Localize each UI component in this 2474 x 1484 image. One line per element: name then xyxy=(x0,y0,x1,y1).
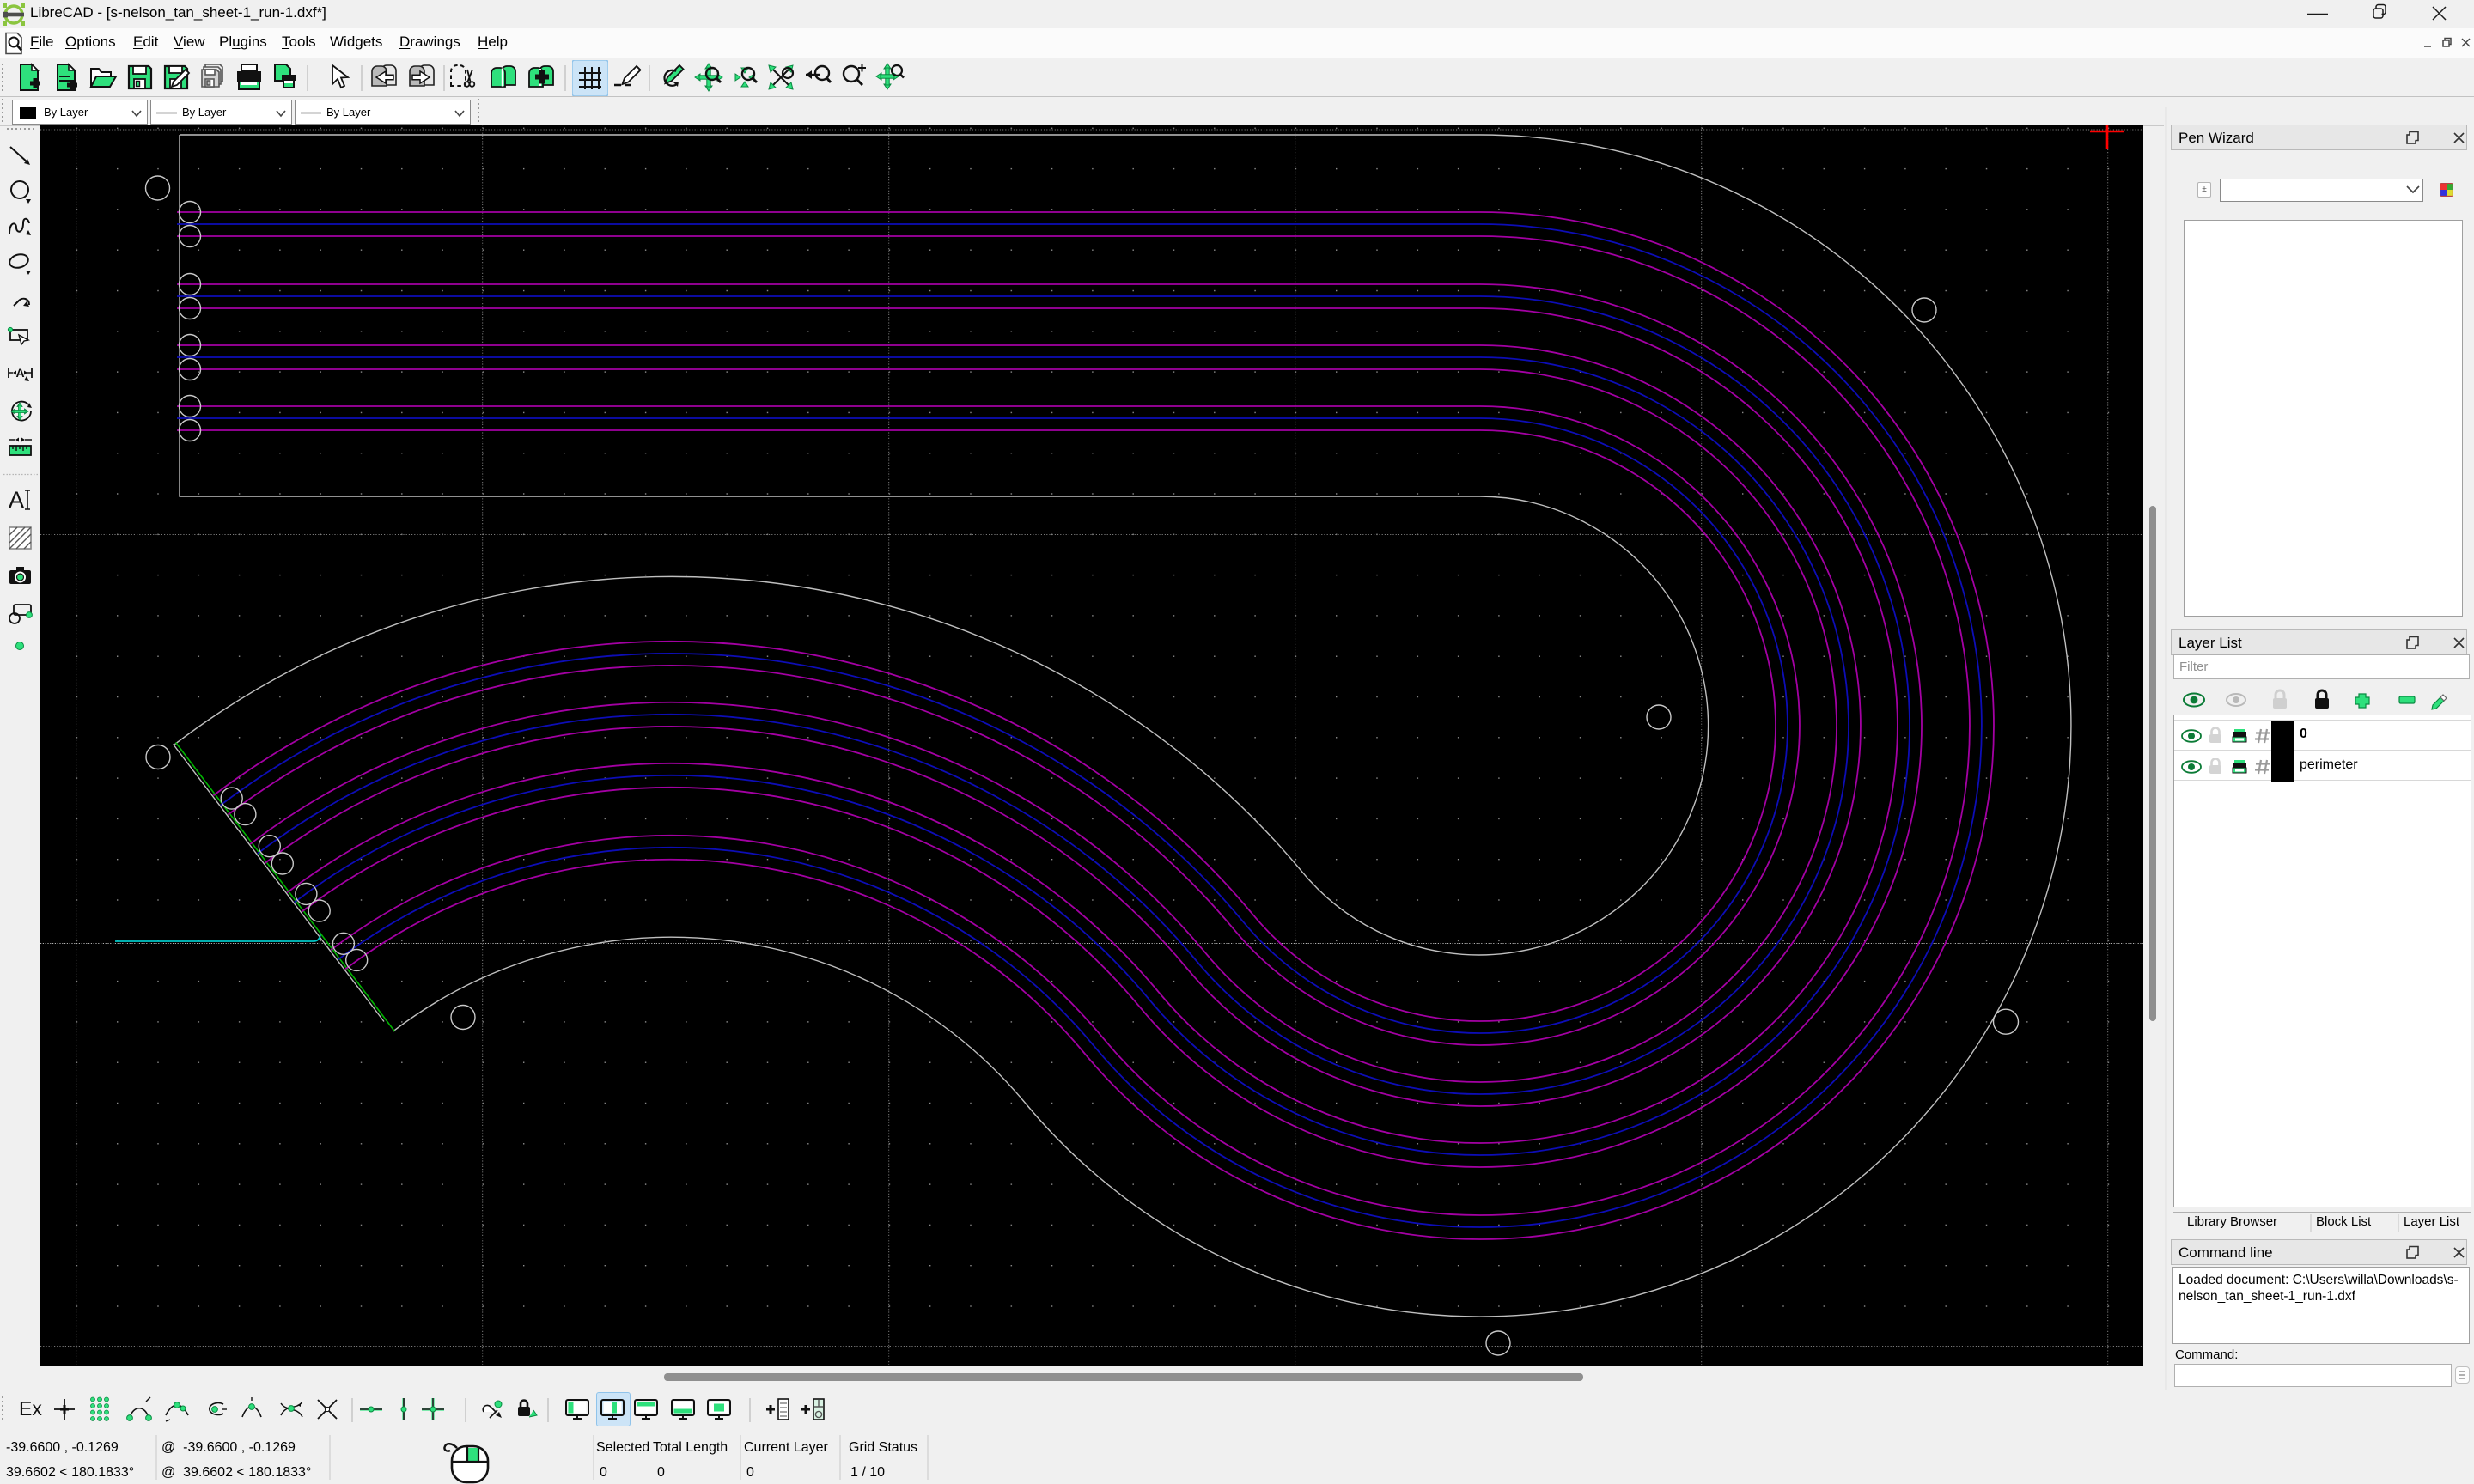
svg-text:A: A xyxy=(16,366,25,380)
svg-text:A: A xyxy=(9,487,24,513)
